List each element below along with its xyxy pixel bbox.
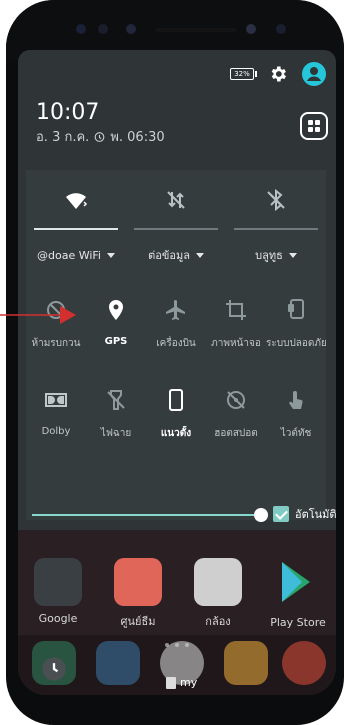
mobile-data-off-icon bbox=[167, 191, 185, 209]
my-label-row: my bbox=[166, 676, 197, 689]
touch-icon bbox=[289, 391, 303, 409]
mobile-data-dropdown[interactable]: ต่อข้อมูล bbox=[126, 245, 226, 265]
tile-label: ไวต์ทัช bbox=[280, 428, 312, 439]
tile-flashlight[interactable]: ไฟฉาย bbox=[86, 380, 146, 460]
tile-gps[interactable]: GPS bbox=[86, 290, 146, 370]
tile-label: เครื่องบิน bbox=[156, 338, 196, 349]
dock-contacts-icon[interactable] bbox=[96, 641, 140, 685]
annotation-arrow-icon bbox=[0, 306, 76, 324]
dock-label: my bbox=[180, 676, 198, 689]
app-label: Play Store bbox=[270, 616, 326, 629]
tile-label: ฮอตสปอต bbox=[214, 428, 258, 439]
gear-icon[interactable] bbox=[268, 64, 288, 84]
battery-label: 32% bbox=[234, 70, 250, 78]
airplane-icon bbox=[166, 300, 185, 320]
auto-brightness-label: อัตโนมัติ bbox=[295, 508, 336, 521]
google-folder-icon bbox=[34, 558, 82, 606]
alarm-icon bbox=[94, 132, 105, 142]
phone-frame: 32% 10:07 อ. 3 ก.ค. พ. 06:30 @doae WiFi … bbox=[6, 0, 344, 725]
file-icon bbox=[166, 676, 176, 689]
tile-label: GPS bbox=[104, 336, 128, 347]
sensor bbox=[76, 24, 86, 34]
chevron-down-icon bbox=[195, 252, 204, 258]
tile-dolby[interactable]: Dolby bbox=[26, 380, 86, 460]
clock-time: 10:07 bbox=[36, 100, 100, 125]
grid-icon bbox=[308, 120, 320, 132]
chevron-down-icon bbox=[107, 252, 115, 258]
tile-label: ไฟฉาย bbox=[100, 428, 132, 439]
play-store-icon bbox=[282, 562, 310, 602]
mobile-data-indicator bbox=[134, 228, 218, 230]
sensor bbox=[276, 24, 286, 34]
location-icon bbox=[109, 300, 123, 320]
dock-messages-icon[interactable] bbox=[224, 641, 268, 685]
edit-grid-button[interactable] bbox=[300, 112, 328, 140]
wifi-toggle[interactable] bbox=[26, 170, 126, 252]
alarm-label: พ. 06:30 bbox=[110, 130, 165, 145]
front-camera bbox=[246, 24, 256, 34]
brightness-knob[interactable] bbox=[254, 508, 268, 522]
tile-screenshot[interactable]: ภาพหน้าจอ bbox=[206, 290, 266, 370]
bluetooth-off-icon bbox=[267, 188, 285, 212]
app-camera[interactable]: กล้อง bbox=[188, 558, 248, 630]
tile-label: ภาพหน้าจอ bbox=[211, 338, 261, 349]
tile-hotspot[interactable]: ฮอตสปอต bbox=[206, 380, 266, 460]
dolby-icon bbox=[45, 393, 67, 407]
app-label: กล้อง bbox=[205, 615, 231, 628]
hotspot-off-icon bbox=[227, 391, 245, 409]
date-label: อ. 3 ก.ค. bbox=[36, 130, 90, 145]
dock: my bbox=[18, 635, 336, 695]
mobile-data-toggle[interactable] bbox=[126, 170, 226, 252]
wifi-icon bbox=[66, 193, 88, 209]
toggle-labels: @doae WiFi ต่อข้อมูล บลูทูธ bbox=[26, 245, 326, 265]
app-theme-center[interactable]: ศูนย์ธีม bbox=[108, 558, 168, 630]
bluetooth-dropdown[interactable]: บลูทูธ bbox=[226, 245, 326, 265]
tile-touch[interactable]: ไวต์ทัช bbox=[266, 380, 326, 460]
wifi-label: @doae WiFi bbox=[37, 248, 101, 262]
bluetooth-toggle[interactable] bbox=[226, 170, 326, 252]
tile-label: ระบบปลอดภัย bbox=[266, 338, 326, 349]
bluetooth-indicator bbox=[234, 228, 318, 230]
speaker-slot bbox=[156, 28, 236, 32]
auto-brightness-checkbox[interactable]: อัตโนมัติ bbox=[273, 505, 336, 523]
app-label: ศูนย์ธีม bbox=[120, 615, 156, 628]
sensor bbox=[126, 24, 136, 34]
bluetooth-label: บลูทูธ bbox=[255, 249, 283, 262]
tile-label: แนวตั้ง bbox=[160, 428, 192, 439]
connection-toggles bbox=[26, 170, 326, 252]
checkbox-checked-icon bbox=[273, 506, 289, 522]
crop-icon bbox=[226, 300, 246, 320]
chevron-down-icon bbox=[288, 252, 297, 258]
dock-browser-icon[interactable] bbox=[282, 641, 326, 685]
notification-shade: 32% 10:07 อ. 3 ก.ค. พ. 06:30 @doae WiFi … bbox=[18, 50, 336, 695]
tile-portrait[interactable]: แนวตั้ง bbox=[146, 380, 206, 460]
status-row: 32% bbox=[230, 60, 326, 88]
tile-secure[interactable]: ระบบปลอดภัย bbox=[266, 290, 326, 370]
wifi-dropdown[interactable]: @doae WiFi bbox=[26, 245, 126, 265]
secure-icon bbox=[288, 299, 304, 319]
theme-center-icon bbox=[114, 558, 162, 606]
tile-airplane[interactable]: เครื่องบิน bbox=[146, 290, 206, 370]
mobile-data-label: ต่อข้อมูล bbox=[148, 249, 190, 262]
quick-settings-panel: @doae WiFi ต่อข้อมูล บลูทูธ ห้ามรบกวน GP… bbox=[26, 170, 326, 520]
app-google-folder[interactable]: Google bbox=[28, 558, 88, 625]
tile-label: Dolby bbox=[41, 426, 71, 437]
camera-icon bbox=[194, 558, 242, 606]
user-avatar-icon[interactable] bbox=[302, 62, 326, 86]
app-label: Google bbox=[38, 612, 78, 625]
portrait-icon bbox=[169, 389, 183, 411]
home-screen-background: Google ศูนย์ธีม กล้อง Play Store my bbox=[18, 530, 336, 695]
tile-label: ห้ามรบกวน bbox=[31, 338, 81, 349]
brightness-slider[interactable] bbox=[32, 508, 268, 522]
flashlight-off-icon bbox=[107, 390, 125, 410]
battery-icon: 32% bbox=[230, 68, 257, 80]
sensor bbox=[98, 24, 108, 34]
date-row: อ. 3 ก.ค. พ. 06:30 bbox=[36, 126, 165, 147]
app-play-store[interactable]: Play Store bbox=[268, 558, 328, 629]
history-icon[interactable] bbox=[40, 655, 68, 683]
wifi-toggle-indicator bbox=[34, 228, 118, 230]
